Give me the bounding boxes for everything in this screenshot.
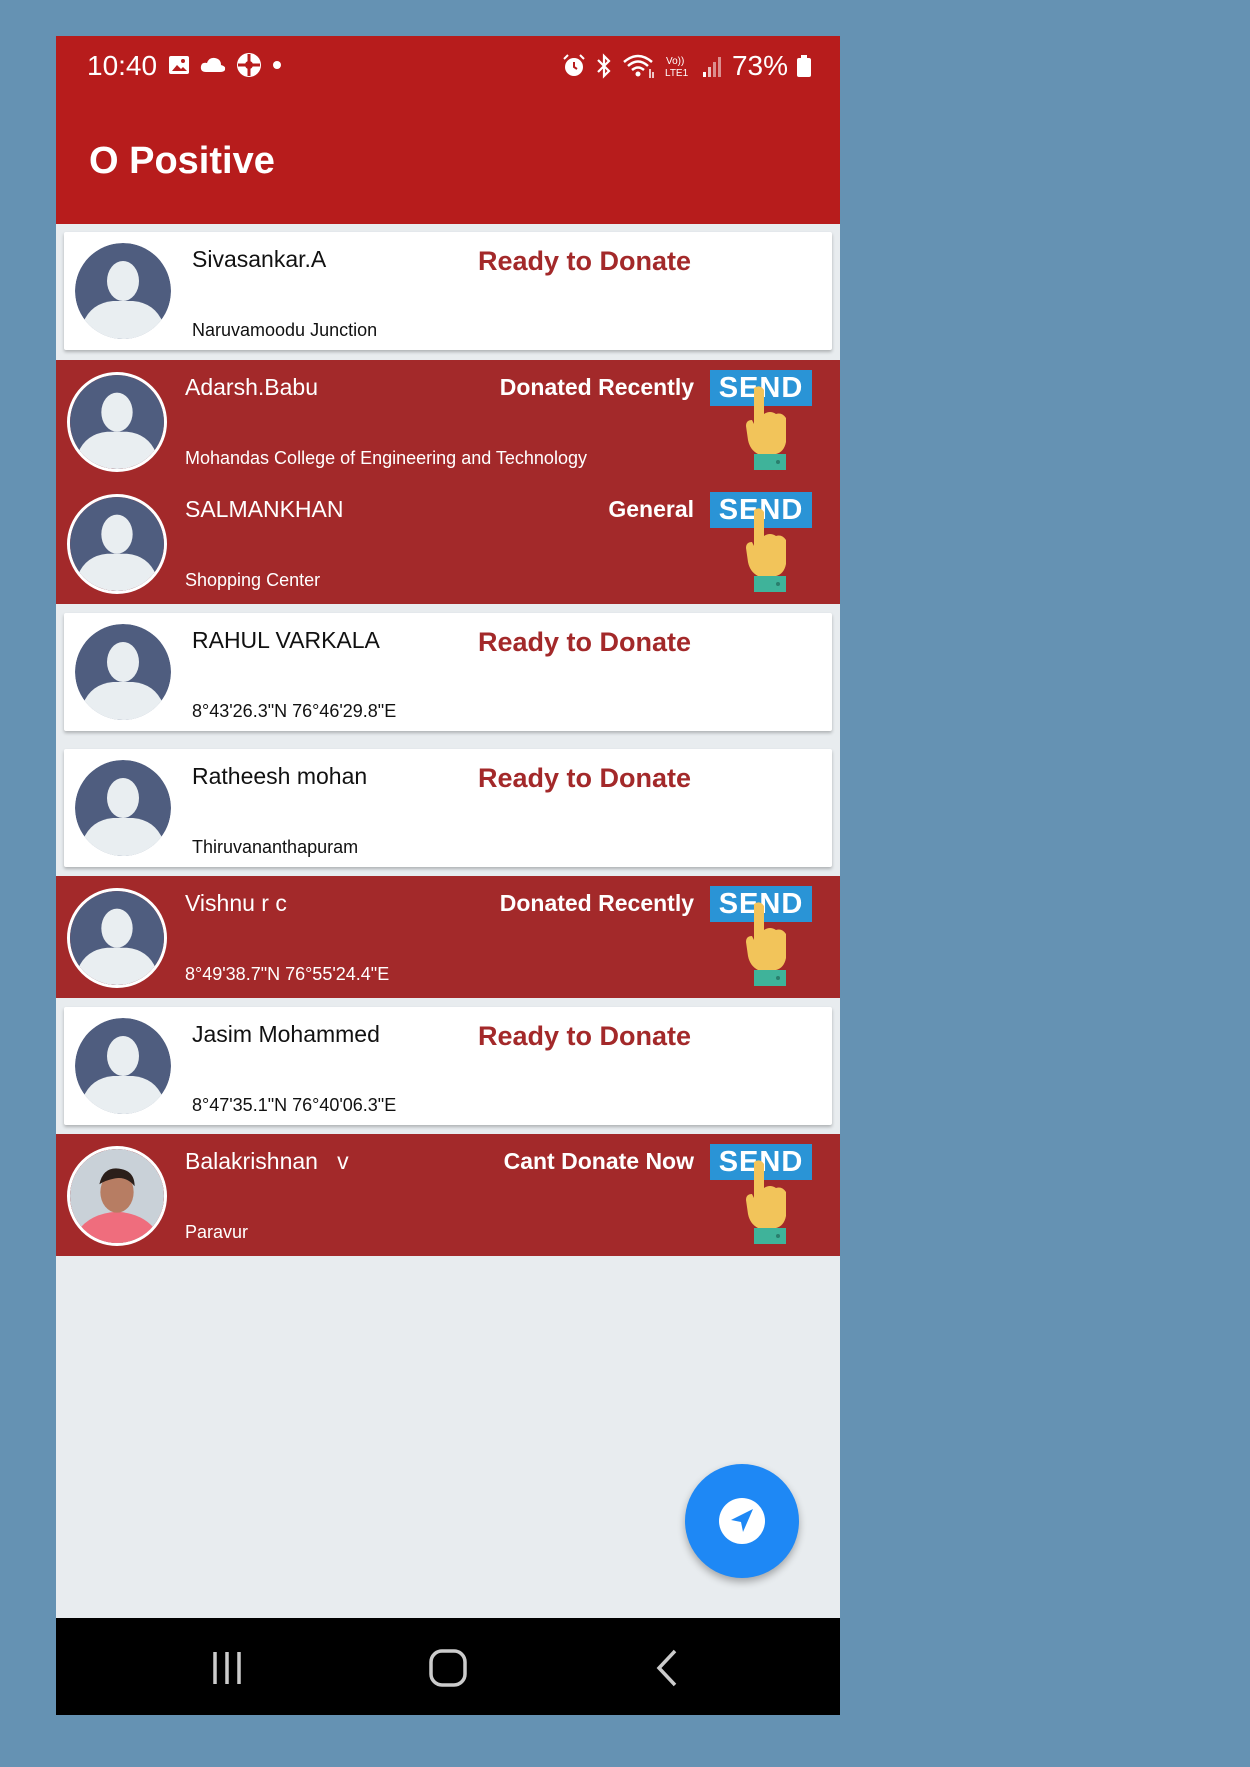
- donor-location: Paravur: [185, 1222, 249, 1242]
- donor-card[interactable]: Sivasankar.A Ready to Donate Naruvamoodu…: [64, 232, 832, 350]
- svg-text:LTE1: LTE1: [665, 68, 689, 79]
- donor-location: 8°47'35.1"N 76°40'06.3"E: [192, 1095, 397, 1115]
- donor-location: 8°43'26.3"N 76°46'29.8"E: [192, 701, 397, 721]
- back-icon[interactable]: [648, 1648, 688, 1688]
- donor-location: Thiruvananthapuram: [192, 837, 359, 857]
- battery-percent: 73%: [731, 50, 788, 81]
- donor-card[interactable]: Vishnu r c Donated Recently 8°49'38.7"N …: [56, 876, 840, 998]
- donor-card[interactable]: Ratheesh mohan Ready to Donate Thiruvana…: [64, 749, 832, 867]
- donor-name: SALMANKHAN: [185, 496, 344, 522]
- person-placeholder-icon: [70, 891, 164, 985]
- pointing-hand-icon: [746, 1160, 786, 1244]
- bluetooth-icon: [597, 53, 611, 79]
- page-title: O Positive: [89, 140, 275, 182]
- donor-status: Ready to Donate: [478, 246, 692, 276]
- avatar: [75, 760, 171, 856]
- dot-icon: [273, 61, 281, 69]
- donor-card[interactable]: Balakrishnan v Cant Donate Now Paravur S…: [56, 1134, 840, 1256]
- donor-name: Sivasankar.A: [192, 246, 327, 272]
- phone-screen: 10:40 Vo)) LTE1 73% O Positive Sivasankar…: [56, 36, 840, 1715]
- pointing-hand-icon: [746, 386, 786, 470]
- donor-location: Mohandas College of Engineering and Tech…: [185, 448, 587, 468]
- donor-name: Ratheesh mohan: [192, 763, 368, 789]
- pointing-hand-icon: [746, 508, 786, 592]
- person-placeholder-icon: [75, 624, 171, 720]
- person-placeholder-icon: [75, 1018, 171, 1114]
- alarm-icon: [563, 54, 585, 76]
- battery-icon: [797, 55, 811, 77]
- donor-status: Donated Recently: [499, 374, 694, 400]
- donor-location: Naruvamoodu Junction: [192, 320, 378, 340]
- donor-status: Ready to Donate: [478, 627, 692, 657]
- cloud-icon: [200, 57, 226, 72]
- donor-name: Adarsh.Babu: [185, 374, 318, 400]
- person-placeholder-icon: [75, 243, 171, 339]
- donor-status: Cant Donate Now: [503, 1148, 694, 1174]
- donor-status: Donated Recently: [499, 890, 694, 916]
- system-nav-bar: [56, 1618, 840, 1715]
- app-notification-icon: [237, 53, 261, 77]
- avatar: [67, 888, 167, 988]
- donor-name: Vishnu r c: [185, 890, 287, 916]
- status-bar: 10:40 Vo)) LTE1 73%: [56, 36, 840, 100]
- donor-status: General: [608, 496, 694, 522]
- avatar: [75, 1018, 171, 1114]
- donor-status: Ready to Donate: [478, 1021, 692, 1051]
- avatar: [67, 372, 167, 472]
- person-placeholder-icon: [75, 760, 171, 856]
- donor-card[interactable]: SALMANKHAN General Shopping Center SEND: [56, 482, 840, 604]
- gallery-icon: [169, 56, 189, 74]
- donor-card[interactable]: Adarsh.Babu Donated Recently Mohandas Co…: [56, 360, 840, 482]
- donor-location: Shopping Center: [185, 570, 321, 590]
- app-bar: O Positive: [56, 100, 840, 224]
- donor-card[interactable]: RAHUL VARKALA Ready to Donate 8°43'26.3"…: [64, 613, 832, 731]
- avatar: [67, 494, 167, 594]
- svg-text:Vo)): Vo)): [666, 56, 684, 67]
- volte-icon: Vo))LTE1: [665, 56, 689, 79]
- profile-photo: [70, 1149, 164, 1243]
- avatar: [75, 624, 171, 720]
- donor-name: Balakrishnan v: [185, 1148, 349, 1174]
- signal-icon: [702, 57, 721, 77]
- donor-status: Ready to Donate: [478, 763, 692, 793]
- recent-apps-icon[interactable]: [207, 1648, 247, 1688]
- navigation-arrow-icon: [719, 1498, 765, 1544]
- home-icon[interactable]: [428, 1648, 468, 1688]
- notification-icons: [168, 52, 282, 78]
- avatar: [75, 243, 171, 339]
- donor-name: Jasim Mohammed: [192, 1021, 380, 1047]
- navigate-fab-button[interactable]: [685, 1464, 799, 1578]
- donor-name: RAHUL VARKALA: [192, 627, 380, 653]
- avatar: [67, 1146, 167, 1246]
- person-placeholder-icon: [70, 497, 164, 591]
- wifi-icon: [623, 54, 654, 78]
- system-icons: Vo)) LTE1 73%: [562, 50, 812, 82]
- status-time: 10:40: [87, 50, 158, 81]
- donor-card[interactable]: Jasim Mohammed Ready to Donate 8°47'35.1…: [64, 1007, 832, 1125]
- person-placeholder-icon: [70, 375, 164, 469]
- pointing-hand-icon: [746, 902, 786, 986]
- donor-location: 8°49'38.7"N 76°55'24.4"E: [185, 964, 390, 984]
